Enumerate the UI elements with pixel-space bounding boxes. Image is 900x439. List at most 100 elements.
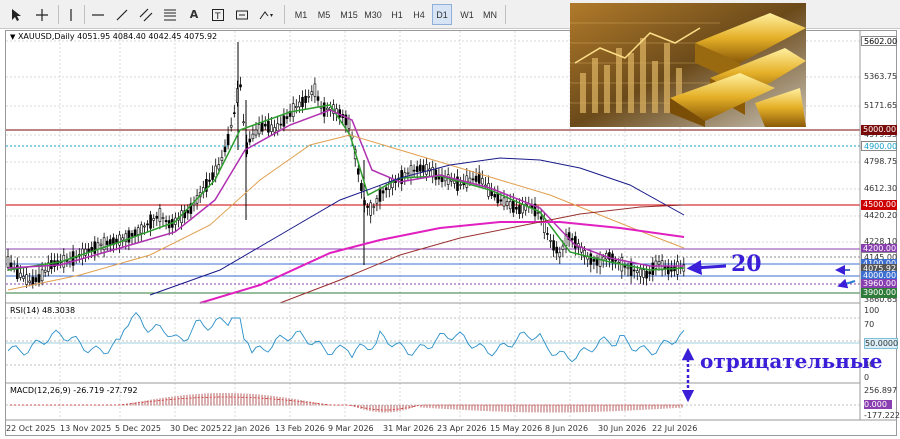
candle-body — [127, 230, 131, 243]
symbol-info: ▼ XAUUSD,Daily 4051.95 4084.40 4042.45 4… — [10, 32, 217, 41]
ma-orange-line — [7, 134, 685, 291]
candle-body — [322, 102, 326, 117]
candle-body — [304, 95, 307, 103]
date-tick: 22 Oct 2025 — [6, 424, 56, 433]
candle-body — [214, 165, 217, 178]
candle-body — [347, 118, 351, 129]
candle-body — [239, 84, 242, 88]
date-tick: 22 Jul 2026 — [652, 424, 698, 433]
rsi-line — [7, 312, 685, 363]
candle-body — [536, 212, 540, 214]
candle-body — [601, 256, 605, 261]
candle-body — [561, 245, 565, 250]
price-tick: 4612.30 — [864, 184, 898, 193]
candle-body — [366, 205, 369, 208]
candle-body — [515, 206, 518, 210]
candle-body — [555, 246, 559, 254]
candle-body — [93, 241, 97, 254]
candle-body — [493, 194, 497, 198]
candle-body — [118, 234, 121, 246]
price-tick: 5363.75 — [864, 72, 898, 81]
candle-body — [279, 123, 283, 126]
candle-body — [307, 95, 311, 98]
candle-body — [211, 172, 214, 180]
candle-body — [642, 269, 645, 278]
candle-body — [480, 178, 484, 185]
candle-body — [645, 270, 648, 279]
candle-body — [109, 239, 112, 245]
date-tick: 5 Dec 2025 — [115, 424, 162, 433]
candle-body — [37, 274, 41, 283]
macd-tick: 0.000 — [864, 400, 892, 409]
candle-body — [502, 197, 506, 207]
annotation-20: 20 — [731, 251, 762, 277]
date-tick: 23 Apr 2026 — [437, 424, 487, 433]
candle-body — [474, 175, 478, 182]
candle-body — [499, 199, 503, 202]
candle-body — [270, 124, 273, 132]
candle-body — [96, 242, 100, 250]
price-level-label: 4900.00 — [861, 141, 897, 151]
symbol-ohlc: XAUUSD,Daily 4051.95 4084.40 4042.45 407… — [17, 32, 218, 41]
candle-body — [251, 133, 255, 139]
candle-body — [651, 262, 655, 275]
candle-body — [260, 122, 264, 132]
candle-body — [298, 101, 301, 108]
date-tick: 15 May 2026 — [490, 424, 543, 433]
price-tick: 4798.75 — [864, 157, 898, 166]
candle-body — [372, 206, 376, 208]
candle-body — [434, 169, 438, 180]
candle-body — [223, 146, 227, 153]
price-tick: 4420.20 — [864, 211, 898, 220]
candle-body — [105, 240, 109, 245]
candle-body — [558, 252, 562, 258]
candle-body — [614, 259, 617, 262]
candle-body — [415, 166, 419, 172]
candle-body — [263, 123, 267, 127]
candle-body — [629, 262, 633, 276]
candle-body — [381, 190, 385, 194]
candle-body — [356, 168, 360, 175]
candle-body — [418, 164, 422, 172]
candle-body — [133, 229, 137, 237]
candle-body — [384, 187, 388, 191]
date-tick: 22 Jan 2026 — [222, 424, 270, 433]
date-tick: 13 Nov 2025 — [60, 424, 112, 433]
candle-body — [121, 237, 124, 241]
candle-body — [22, 276, 25, 279]
candle-body — [248, 138, 252, 143]
candle-body — [43, 269, 47, 273]
date-tick: 13 Feb 2026 — [275, 424, 325, 433]
candle-body — [412, 169, 416, 172]
candle-body — [220, 157, 224, 161]
candle-body — [19, 272, 22, 278]
candle-body — [276, 123, 280, 132]
candle-body — [90, 247, 93, 252]
candle-body — [477, 172, 481, 184]
candle-body — [589, 253, 593, 265]
candle-body — [149, 214, 152, 229]
macd-tick: 256.897 — [864, 386, 898, 395]
candle-body — [40, 269, 44, 282]
candle-body — [654, 260, 658, 269]
price-level-label: 5000.00 — [861, 125, 897, 135]
candle-body — [31, 276, 35, 285]
price-level-label: 4500.00 — [861, 200, 897, 210]
date-tick: 31 Mar 2026 — [383, 424, 434, 433]
macd-tick: -177.222 — [864, 411, 900, 420]
candle-body — [229, 125, 233, 128]
candle-body — [208, 179, 211, 182]
candle-body — [598, 254, 602, 267]
candle-body — [406, 172, 410, 175]
candle-body — [267, 120, 270, 133]
candle-body — [130, 233, 134, 237]
candle-body — [521, 204, 524, 214]
candle-body — [99, 243, 103, 246]
candle-body — [257, 124, 261, 135]
candle-body — [657, 261, 661, 265]
candle-body — [635, 270, 639, 274]
candle-body — [453, 180, 456, 184]
candle-body — [316, 96, 320, 101]
candle-body — [140, 224, 143, 234]
candle-body — [552, 240, 555, 251]
